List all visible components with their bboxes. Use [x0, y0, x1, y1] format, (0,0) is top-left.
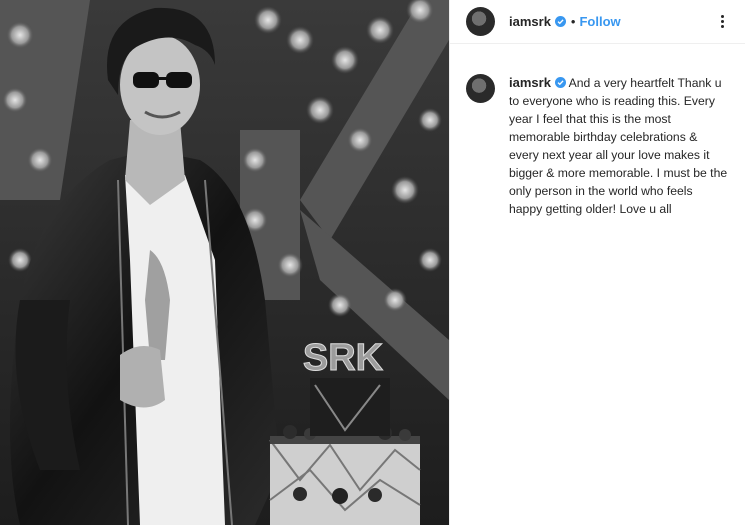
- post-header: iamsrk • Follow: [450, 0, 745, 44]
- post-photo[interactable]: SRK: [0, 0, 449, 525]
- caption-body: iamsrk And a very heartfelt Thank u to e…: [509, 74, 729, 218]
- post-side-panel: iamsrk • Follow iamsrk And a very heartf…: [449, 0, 745, 525]
- post-image: SRK: [0, 0, 449, 525]
- caption-verified-badge-icon: [554, 77, 566, 88]
- caption-avatar[interactable]: [466, 74, 495, 103]
- caption-comment: iamsrk And a very heartfelt Thank u to e…: [450, 44, 745, 218]
- verified-badge-icon: [554, 16, 566, 27]
- caption-text: And a very heartfelt Thank u to everyone…: [509, 76, 728, 216]
- separator-dot: •: [570, 14, 576, 29]
- more-options-icon[interactable]: [713, 12, 731, 30]
- cake-topper-text: SRK: [303, 337, 384, 379]
- username-link[interactable]: iamsrk: [509, 14, 551, 29]
- follow-button[interactable]: Follow: [579, 14, 620, 29]
- avatar[interactable]: [466, 7, 495, 36]
- caption-username-link[interactable]: iamsrk: [509, 75, 551, 90]
